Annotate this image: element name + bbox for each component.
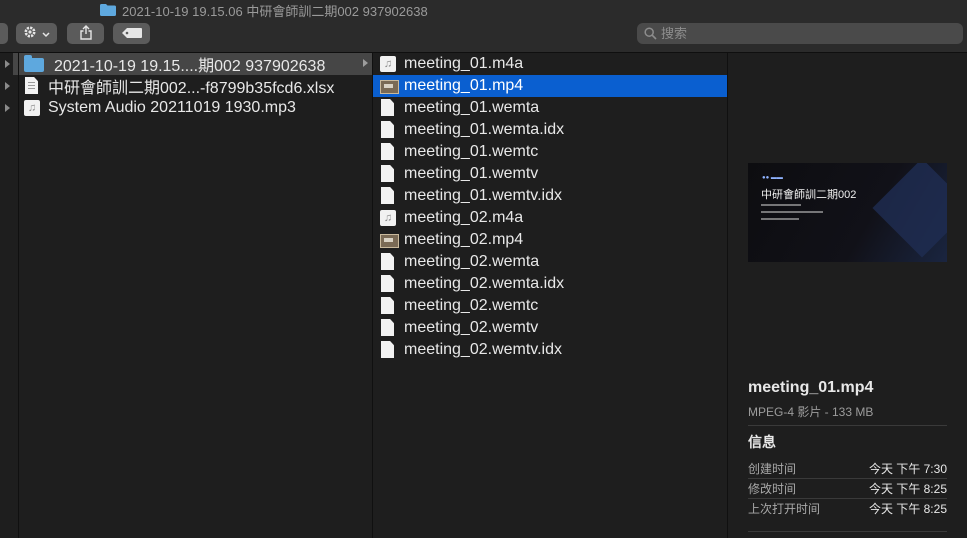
document-icon (380, 187, 396, 205)
disclosure-triangle-icon (5, 104, 10, 112)
chevron-right-icon (363, 59, 368, 67)
list-item[interactable]: meeting_01.wemta (373, 97, 727, 119)
list-item-label: meeting_02.wemtc (404, 297, 539, 314)
info-label: 创建时间 (748, 461, 797, 476)
list-item[interactable]: ♫ meeting_02.m4a (373, 207, 727, 229)
list-item-label: meeting_02.wemta (404, 253, 540, 270)
info-row-modified: 修改时间 今天 下午 8:25 (748, 479, 947, 497)
list-item[interactable]: 2021-10-19 19.15....期002 937902638 (19, 53, 372, 75)
thumbnail-title: 中研會師訓二期002 (761, 189, 857, 201)
window-title-text: 2021-10-19 19.15.06 中研會師訓二期002 937902638 (122, 3, 428, 19)
search-input[interactable] (661, 26, 951, 41)
spreadsheet-icon (24, 77, 40, 95)
info-label: 修改时间 (748, 481, 797, 496)
document-icon (380, 297, 396, 315)
window-title: 2021-10-19 19.15.06 中研會師訓二期002 937902638 (100, 1, 428, 19)
document-icon (380, 341, 396, 359)
selected-row-fragment (13, 53, 18, 75)
thumbnail-decoration (872, 163, 947, 258)
thumbnail-text-line (761, 211, 823, 213)
info-value: 今天 下午 7:30 (868, 461, 947, 476)
list-item-label: meeting_01.mp4 (404, 77, 524, 94)
list-item-label: meeting_01.wemtv.idx (404, 187, 562, 204)
document-icon (380, 143, 396, 161)
document-icon (380, 165, 396, 183)
divider (748, 425, 947, 426)
list-item-label: meeting_02.wemta.idx (404, 275, 565, 292)
list-item[interactable]: meeting_01.wemtc (373, 141, 727, 163)
document-icon (380, 253, 396, 271)
list-item[interactable]: meeting_02.wemta.idx (373, 273, 727, 295)
view-options-button[interactable] (0, 23, 8, 44)
folder-icon (100, 4, 116, 16)
list-item[interactable]: ♫ meeting_01.m4a (373, 53, 727, 75)
search-field[interactable] (637, 23, 963, 44)
list-item[interactable]: 中研會師訓二期002...-f8799b35fcd6.xlsx (19, 75, 372, 97)
list-item-label: System Audio 20211019 1930.mp3 (48, 99, 296, 116)
list-item[interactable]: meeting_01.wemta.idx (373, 119, 727, 141)
list-item[interactable]: meeting_02.mp4 (373, 229, 727, 251)
info-row-last-opened: 上次打开时间 今天 下午 8:25 (748, 499, 947, 517)
chevron-down-icon (42, 27, 50, 41)
list-item-label: meeting_02.mp4 (404, 231, 524, 248)
list-item-label: 2021-10-19 19.15....期002 937902638 (54, 58, 326, 75)
document-icon (380, 99, 396, 117)
thumbnail-text-line (761, 204, 801, 206)
list-item[interactable]: meeting_02.wemtv.idx (373, 339, 727, 361)
preview-kind-size: MPEG-4 影片 - 133 MB (748, 405, 874, 419)
disclosure-triangle-icon (5, 60, 10, 68)
action-menu-button[interactable] (16, 23, 57, 44)
video-icon (380, 231, 399, 249)
list-item-label: meeting_01.wemta.idx (404, 121, 565, 138)
document-icon (380, 275, 396, 293)
list-item-label: meeting_01.wemta (404, 99, 540, 116)
share-button[interactable] (67, 23, 104, 44)
list-item-label: meeting_01.m4a (404, 55, 524, 72)
toolbar: 2021-10-19 19.15.06 中研會師訓二期002 937902638 (0, 0, 967, 53)
list-item-label: meeting_02.wemtv.idx (404, 341, 562, 358)
document-icon (380, 319, 396, 337)
thumbnail-text-line (761, 218, 799, 220)
disclosure-triangle-icon (5, 82, 10, 90)
gear-icon (23, 25, 37, 42)
audio-icon: ♫ (380, 209, 396, 227)
list-item[interactable]: meeting_01.mp4 (373, 75, 727, 97)
search-icon (644, 27, 657, 40)
list-item-label: 中研會師訓二期002...-f8799b35fcd6.xlsx (48, 80, 335, 97)
list-item[interactable]: meeting_01.wemtv.idx (373, 185, 727, 207)
list-item[interactable]: meeting_01.wemtv (373, 163, 727, 185)
folder-icon (24, 55, 44, 73)
audio-icon: ♫ (24, 99, 40, 117)
column-parent[interactable] (0, 53, 19, 538)
list-item[interactable]: meeting_02.wemta (373, 251, 727, 273)
document-icon (380, 121, 396, 139)
list-item[interactable]: ♫ System Audio 20211019 1930.mp3 (19, 97, 372, 119)
info-row-created: 创建时间 今天 下午 7:30 (748, 459, 947, 477)
preview-pane: ●● ▬▬ 中研會師訓二期002 meeting_01.mp4 MPEG-4 影… (728, 53, 967, 538)
list-item-label: meeting_01.wemtv (404, 165, 539, 182)
list-item[interactable]: meeting_02.wemtc (373, 295, 727, 317)
column-folder-contents: 2021-10-19 19.15....期002 937902638 中研會師訓… (19, 53, 373, 538)
preview-file-name: meeting_01.mp4 (748, 379, 874, 396)
thumbnail-logo: ●● ▬▬ (762, 175, 783, 181)
video-thumbnail[interactable]: ●● ▬▬ 中研會師訓二期002 (748, 163, 947, 262)
audio-icon: ♫ (380, 55, 396, 73)
tag-button[interactable] (113, 23, 150, 44)
tag-icon (121, 27, 142, 41)
list-item-label: meeting_02.m4a (404, 209, 524, 226)
info-heading: 信息 (748, 434, 776, 450)
share-icon (79, 24, 92, 43)
divider (748, 531, 947, 532)
list-item-label: meeting_01.wemtc (404, 143, 539, 160)
video-icon (380, 77, 399, 95)
info-label: 上次打开时间 (748, 501, 821, 516)
list-item-label: meeting_02.wemtv (404, 319, 539, 336)
info-value: 今天 下午 8:25 (868, 501, 947, 516)
column-file-list: ♫ meeting_01.m4a meeting_01.mp4 meeting_… (373, 53, 728, 538)
list-item[interactable]: meeting_02.wemtv (373, 317, 727, 339)
info-value: 今天 下午 8:25 (868, 481, 947, 496)
